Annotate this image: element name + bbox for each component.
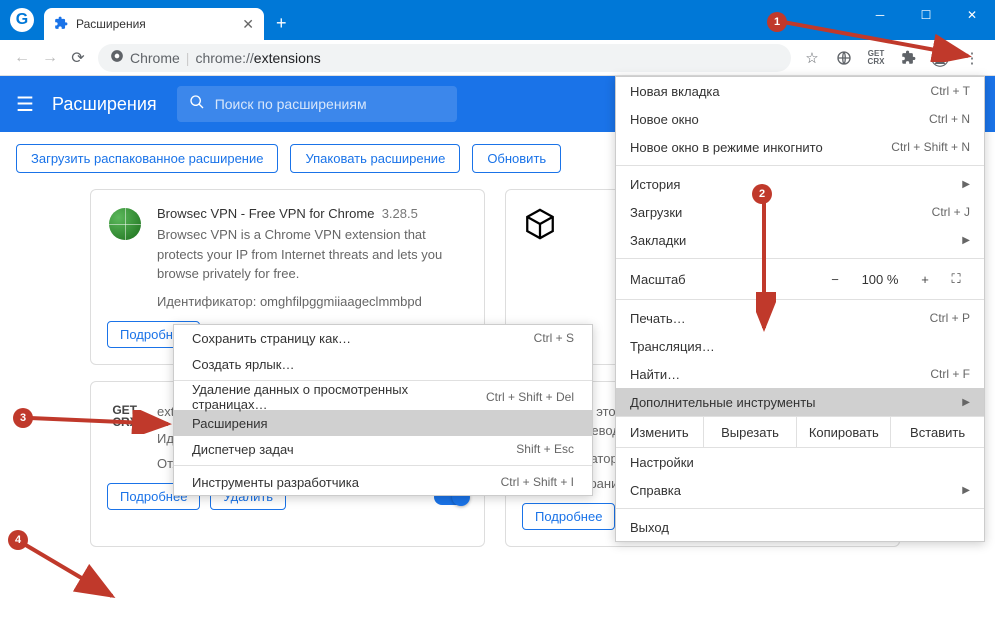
extension-version: 3.28.5 bbox=[382, 206, 418, 221]
menu-new-window[interactable]: Новое окноCtrl + N bbox=[616, 105, 984, 133]
annotation-badge-4: 4 bbox=[8, 530, 28, 550]
menu-bookmarks[interactable]: Закладки▶ bbox=[616, 226, 984, 254]
search-input[interactable] bbox=[215, 96, 445, 112]
menu-more-tools[interactable]: Дополнительные инструменты▶ bbox=[616, 388, 984, 416]
menu-zoom: Масштаб − 100 % + ⛶ bbox=[616, 263, 984, 295]
omnibox-url-grey: chrome:// bbox=[195, 50, 253, 66]
update-button[interactable]: Обновить bbox=[472, 144, 561, 173]
chrome-icon bbox=[110, 49, 124, 66]
annotation-arrow-4 bbox=[24, 540, 124, 606]
chrome-menu: Новая вкладкаCtrl + T Новое окноCtrl + N… bbox=[615, 76, 985, 542]
fullscreen-icon[interactable]: ⛶ bbox=[942, 271, 970, 287]
menu-print[interactable]: Печать…Ctrl + P bbox=[616, 304, 984, 332]
menu-copy[interactable]: Копировать bbox=[796, 417, 890, 447]
details-button[interactable]: Подробнее bbox=[522, 503, 615, 530]
close-tab-icon[interactable]: ✕ bbox=[242, 16, 254, 33]
omnibox-prefix: Chrome bbox=[130, 50, 180, 66]
menu-new-tab[interactable]: Новая вкладкаCtrl + T bbox=[616, 77, 984, 105]
menu-help[interactable]: Справка▶ bbox=[616, 476, 984, 504]
search-icon bbox=[189, 94, 205, 115]
menu-cut[interactable]: Вырезать bbox=[703, 417, 797, 447]
hamburger-icon[interactable]: ☰ bbox=[16, 92, 40, 117]
new-tab-button[interactable]: + bbox=[276, 13, 287, 34]
reload-button[interactable]: ⟳ bbox=[64, 44, 92, 72]
menu-incognito[interactable]: Новое окно в режиме инкогнитоCtrl + Shif… bbox=[616, 133, 984, 161]
annotation-arrow-3 bbox=[30, 410, 180, 434]
zoom-in-button[interactable]: + bbox=[908, 272, 942, 287]
back-button[interactable]: ← bbox=[8, 44, 36, 72]
submenu-save-as[interactable]: Сохранить страницу как…Ctrl + S bbox=[174, 325, 592, 351]
menu-settings[interactable]: Настройки bbox=[616, 448, 984, 476]
pack-extension-button[interactable]: Упаковать расширение bbox=[290, 144, 460, 173]
annotation-badge-1: 1 bbox=[767, 12, 787, 32]
annotation-arrow-2 bbox=[756, 200, 776, 338]
annotation-badge-2: 2 bbox=[752, 184, 772, 204]
extension-name: Browsec VPN - Free VPN for Chrome bbox=[157, 206, 374, 221]
submenu-dev-tools[interactable]: Инструменты разработчикаCtrl + Shift + I bbox=[174, 469, 592, 495]
load-unpacked-button[interactable]: Загрузить распакованное расширение bbox=[16, 144, 278, 173]
menu-edit-row: Изменить Вырезать Копировать Вставить bbox=[616, 416, 984, 448]
submenu-extensions[interactable]: Расширения bbox=[174, 410, 592, 436]
annotation-arrow-1 bbox=[783, 14, 983, 62]
menu-downloads[interactable]: ЗагрузкиCtrl + J bbox=[616, 198, 984, 226]
menu-find[interactable]: Найти…Ctrl + F bbox=[616, 360, 984, 388]
tab-title: Расширения bbox=[76, 17, 146, 31]
submenu-task-manager[interactable]: Диспетчер задачShift + Esc bbox=[174, 436, 592, 462]
browsec-icon bbox=[107, 206, 143, 242]
browser-tab[interactable]: Расширения ✕ bbox=[44, 8, 264, 40]
menu-paste[interactable]: Вставить bbox=[890, 417, 984, 447]
annotation-badge-3: 3 bbox=[13, 408, 33, 428]
omnibox[interactable]: Chrome | chrome://extensions bbox=[98, 44, 791, 72]
page-title: Расширения bbox=[52, 94, 157, 115]
zoom-out-button[interactable]: − bbox=[818, 272, 852, 287]
extension-description: Browsec VPN is a Chrome VPN extension th… bbox=[157, 225, 468, 284]
menu-history[interactable]: История▶ bbox=[616, 170, 984, 198]
forward-button[interactable]: → bbox=[36, 44, 64, 72]
submenu-clear-data[interactable]: Удаление данных о просмотренных страница… bbox=[174, 384, 592, 410]
menu-exit[interactable]: Выход bbox=[616, 513, 984, 541]
omnibox-url: extensions bbox=[254, 50, 321, 66]
zoom-value: 100 % bbox=[852, 272, 908, 287]
menu-cast[interactable]: Трансляция… bbox=[616, 332, 984, 360]
puzzle-icon bbox=[54, 16, 68, 33]
submenu-create-shortcut[interactable]: Создать ярлык… bbox=[174, 351, 592, 377]
search-box[interactable] bbox=[177, 86, 457, 122]
app-icon: G bbox=[10, 8, 34, 32]
more-tools-submenu: Сохранить страницу как…Ctrl + S Создать … bbox=[173, 324, 593, 496]
cube-icon bbox=[522, 206, 558, 242]
